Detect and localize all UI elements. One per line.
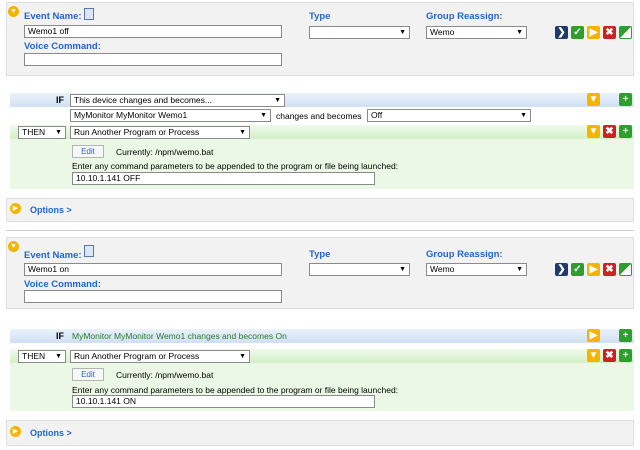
options-link[interactable]: Options > (30, 205, 72, 215)
type-label: Type (309, 249, 331, 260)
add-icon[interactable]: + (619, 349, 632, 362)
action-select[interactable]: Run Another Program or Process ▼ (70, 350, 250, 363)
delete-icon[interactable]: ✖ (603, 263, 616, 276)
add-icon[interactable]: + (619, 329, 632, 342)
play-icon[interactable]: ▶ (587, 329, 600, 342)
notes-icon[interactable] (84, 245, 94, 257)
play-icon[interactable]: ▶ (587, 263, 600, 276)
run-icon[interactable]: ❯ (555, 263, 568, 276)
notes-icon[interactable] (84, 8, 94, 20)
options-panel (6, 198, 634, 222)
add-icon[interactable]: + (619, 93, 632, 106)
collapse-icon[interactable]: ▼ (587, 125, 600, 138)
group-reassign-select[interactable]: Wemo ▼ (426, 26, 527, 39)
edit-button[interactable]: Edit (72, 145, 104, 158)
if-keyword: IF (56, 331, 64, 341)
group-reassign-select[interactable]: Wemo ▼ (426, 263, 527, 276)
param-instructions: Enter any command parameters to be appen… (72, 385, 399, 395)
expand-circle-icon[interactable]: ▶ (10, 426, 21, 437)
then-select[interactable]: THEN ▼ (18, 350, 66, 363)
device-select[interactable]: MyMonitor MyMonitor Wemo1 ▼ (70, 109, 271, 122)
if-summary[interactable]: MyMonitor MyMonitor Wemo1 changes and be… (72, 331, 287, 341)
type-select[interactable]: ▼ (309, 26, 410, 39)
currently-text: Currently: /npm/wemo.bat (116, 370, 214, 380)
delete-icon[interactable]: ✖ (603, 349, 616, 362)
add-icon[interactable]: + (619, 125, 632, 138)
voice-command-input[interactable] (24, 53, 282, 66)
param-input[interactable]: 10.10.1.141 ON (72, 395, 375, 408)
event-name-input[interactable]: Wemo1 off (24, 25, 282, 38)
group-reassign-label: Group Reassign: (426, 11, 503, 22)
then-select[interactable]: THEN ▼ (18, 126, 66, 139)
copy-icon[interactable] (619, 26, 632, 39)
divider (6, 230, 634, 231)
event-name-label: Event Name: (24, 250, 82, 261)
if-keyword: IF (56, 95, 64, 105)
type-select[interactable]: ▼ (309, 263, 410, 276)
delete-icon[interactable]: ✖ (603, 125, 616, 138)
param-instructions: Enter any command parameters to be appen… (72, 161, 399, 171)
type-label: Type (309, 11, 331, 22)
check-icon[interactable]: ✓ (571, 26, 584, 39)
check-icon[interactable]: ✓ (571, 263, 584, 276)
state-select[interactable]: Off ▼ (367, 109, 531, 122)
run-icon[interactable]: ❯ (555, 26, 568, 39)
expand-circle-icon[interactable]: ▶ (10, 203, 21, 214)
collapse-icon[interactable]: ▼ (587, 349, 600, 362)
currently-text: Currently: /npm/wemo.bat (116, 147, 214, 157)
options-link[interactable]: Options > (30, 428, 72, 438)
delete-icon[interactable]: ✖ (603, 26, 616, 39)
group-reassign-label: Group Reassign: (426, 249, 503, 260)
voice-command-label: Voice Command: (24, 41, 101, 52)
copy-icon[interactable] (619, 263, 632, 276)
collapse-icon[interactable]: ▼ (587, 93, 600, 106)
collapse-circle-icon[interactable]: ▼ (8, 6, 19, 17)
options-panel (6, 420, 634, 446)
voice-command-label: Voice Command: (24, 279, 101, 290)
voice-command-input[interactable] (24, 290, 282, 303)
play-icon[interactable]: ▶ (587, 26, 600, 39)
if-condition-select[interactable]: This device changes and becomes... ▼ (70, 94, 285, 107)
collapse-circle-icon[interactable]: ▼ (8, 241, 19, 252)
changes-text: changes and becomes (276, 111, 362, 121)
event-name-label: Event Name: (24, 11, 82, 22)
event-name-input[interactable]: Wemo1 on (24, 263, 282, 276)
action-select[interactable]: Run Another Program or Process ▼ (70, 126, 250, 139)
param-input[interactable]: 10.10.1.141 OFF (72, 172, 375, 185)
edit-button[interactable]: Edit (72, 368, 104, 381)
